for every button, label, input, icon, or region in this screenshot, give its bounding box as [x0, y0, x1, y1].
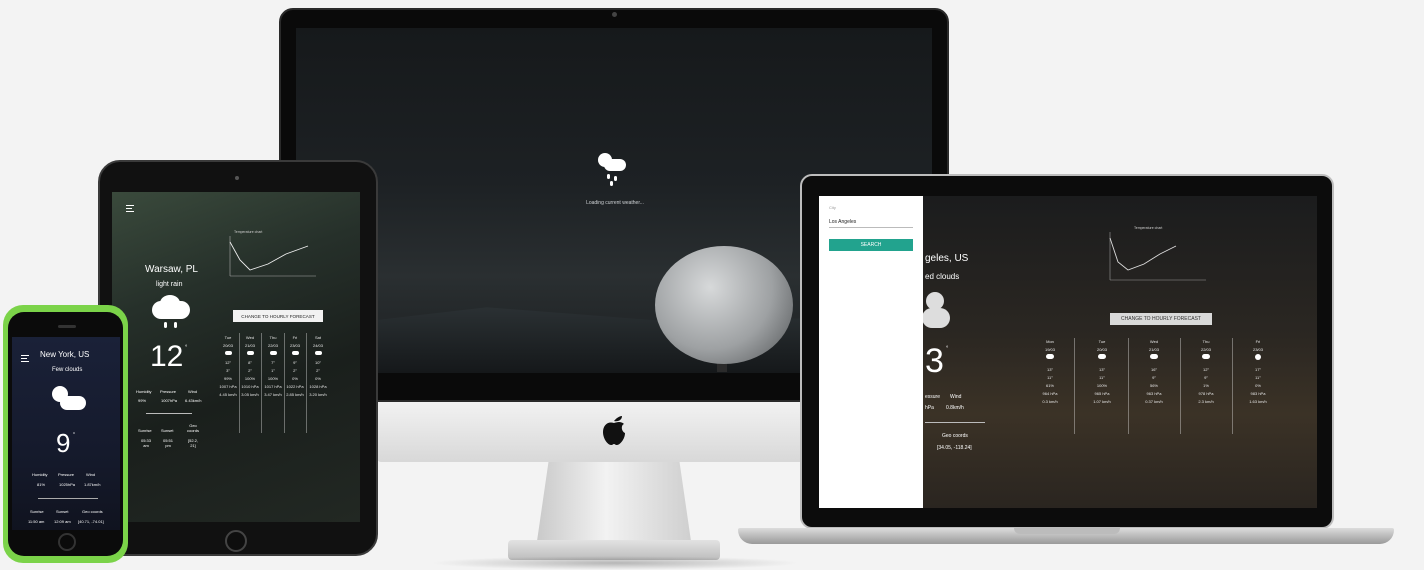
ipad-sun-label: Geo coords	[186, 423, 199, 433]
ipad-sun-value: 05:33 am	[140, 438, 151, 448]
macbook-city: geles, US	[925, 253, 969, 264]
search-button[interactable]: SEARCH	[829, 239, 913, 251]
macbook-chart-title: Temperature chart	[1134, 226, 1162, 230]
cloud-icon	[1134, 354, 1174, 366]
ipad-forecast-day: Wed 21/03 8° 2° 100% 1010 hPa 3.05 km/h	[240, 335, 260, 397]
sun-icon	[1238, 354, 1278, 366]
ipad-sun-label: Sunrise	[138, 428, 152, 433]
iphone-degree: °	[73, 432, 75, 438]
cloud-icon	[218, 350, 238, 359]
iphone-stat-value: 1025hPa	[59, 482, 76, 487]
ipad-stat-label: Wind	[188, 389, 198, 394]
iphone-sun-value: 12:09 am	[54, 519, 71, 524]
macbook-geo-label: Geo coords	[942, 433, 968, 439]
ipad-temperature: 12	[150, 340, 184, 373]
cloud-icon	[1186, 354, 1226, 366]
ipad-camera	[235, 176, 239, 180]
iphone-stat-value: 81%	[37, 482, 46, 487]
cloud-icon	[263, 350, 283, 359]
macbook-stat-value: hPa	[925, 405, 934, 411]
imac-tree	[655, 246, 793, 364]
ipad-menu-icon[interactable]	[126, 205, 134, 213]
ipad-forecast-divider	[306, 333, 307, 433]
ipad-divider	[146, 413, 192, 414]
iphone-sun-label: Sunrise	[30, 509, 44, 514]
imac-camera	[612, 12, 617, 17]
macbook-temperature: 3	[925, 342, 944, 380]
iphone-sun-label: Sunset	[56, 509, 69, 514]
imac-shadow	[430, 556, 800, 570]
macbook-change-to-hourly-button[interactable]: CHANGE TO HOURLY FORECAST	[1110, 313, 1212, 325]
ipad-stat-label: Humidity	[136, 389, 152, 394]
iphone-divider	[38, 498, 98, 499]
iphone-speaker	[58, 325, 76, 328]
ipad-stat-value: 6.43km/h	[185, 398, 202, 403]
iphone-sun-label: Geo coords	[82, 509, 103, 514]
macbook-weather-icon	[918, 288, 958, 334]
macbook-forecast-day: Fri 23/03 17° 11° 0% 983 hPa 1.63 km/h	[1238, 338, 1278, 406]
macbook-forecast-day: Tue 20/03 13° 11° 100% 965 hPa 1.07 km/h	[1082, 338, 1122, 406]
cloud-icon	[285, 350, 305, 359]
ipad-sun-value: [52.2, 21]	[187, 438, 198, 448]
ipad-chart-title: Temperature chart	[234, 230, 262, 234]
ipad-stat-value: 99%	[138, 398, 147, 403]
macbook-divider	[925, 422, 985, 423]
iphone-home-button	[58, 533, 76, 551]
ipad-forecast-day: Sat 24/03 10° 2° 0% 1028 hPa 3.20 km/h	[308, 335, 328, 397]
loading-text: Loading current weather...	[586, 200, 644, 206]
iphone-stat-label: Humidity	[32, 472, 48, 477]
macbook-forecast-divider	[1232, 338, 1233, 434]
macbook-forecast-divider	[1074, 338, 1075, 434]
iphone-sun-value: 11:50 am	[28, 519, 45, 524]
city-search-input[interactable]	[829, 216, 913, 228]
cloud-icon	[240, 350, 260, 359]
ipad-sun-value: 05:51 pm	[162, 438, 173, 448]
cloud-icon	[308, 350, 328, 359]
ipad-stat-value: 1007hPa	[161, 398, 178, 403]
macbook-stat-label: Wind	[950, 394, 962, 400]
macbook-description: ed clouds	[925, 272, 960, 281]
loading-weather-icon	[594, 150, 630, 190]
ipad-temperature-chart: Temperature chart	[229, 230, 316, 277]
iphone-description: Few clouds	[52, 367, 83, 373]
iphone-menu-icon[interactable]	[21, 355, 29, 363]
macbook-forecast-day: Wed 21/03 16° 9° 56% 963 hPa 0.37 km/h	[1134, 338, 1174, 406]
ipad-forecast-day: Fri 23/03 9° 2° 0% 1022 hPa 2.85 km/h	[285, 335, 305, 397]
macbook-degree: °	[946, 346, 949, 352]
macbook-geo-value: [34.05, -118.24]	[937, 445, 972, 451]
ipad-home-button	[225, 530, 247, 552]
macbook-forecast-day: Thu 22/03 12° 9° 1% 978 hPa 2.3 km/h	[1186, 338, 1226, 406]
macbook-forecast-divider	[1180, 338, 1181, 434]
macbook-temperature-chart: Temperature chart	[1109, 226, 1206, 281]
iphone-stat-value: 1.87km/h	[84, 482, 101, 487]
macbook-stat-label: essure	[925, 394, 941, 400]
macbook-notch	[1014, 528, 1120, 534]
macbook-search-label: City	[829, 205, 836, 210]
macbook-forecast-divider	[1128, 338, 1129, 434]
ipad-forecast-day: Thu 22/03 7° 1° 100% 1017 hPa 3.47 km/h	[263, 335, 283, 397]
ipad-city: Warsaw, PL	[145, 264, 198, 275]
apple-logo-icon	[600, 413, 628, 446]
iphone-temperature: 9	[56, 428, 71, 458]
iphone-stat-label: Pressure	[58, 472, 75, 477]
ipad-change-to-hourly-button[interactable]: CHANGE TO HOURLY FORECAST	[233, 310, 323, 322]
cloud-icon	[1030, 354, 1070, 366]
macbook-stat-value: 0.8km/h	[946, 405, 964, 411]
cloud-icon	[1082, 354, 1122, 366]
ipad-stat-label: Pressure	[160, 389, 177, 394]
iphone-stat-label: Wind	[86, 472, 96, 477]
iphone-city: New York, US	[40, 350, 90, 359]
macbook-forecast-day: Mon 19/03 13° 11° 61% 964 hPa 0.3 km/h	[1030, 338, 1070, 406]
iphone-weather-icon	[48, 382, 88, 414]
iphone-sun-value: [40.71, -74.01]	[78, 519, 104, 524]
ipad-forecast-day: Tue 20/03 12° 3° 99% 1007 hPa 4.45 km/h	[218, 335, 238, 397]
imac-stand	[536, 462, 692, 548]
ipad-description: light rain	[156, 281, 183, 288]
ipad-forecast-divider	[261, 333, 262, 433]
ipad-sun-label: Sunset	[161, 428, 174, 433]
ipad-degree: °	[185, 345, 188, 351]
ipad-rain-icon	[150, 295, 192, 331]
